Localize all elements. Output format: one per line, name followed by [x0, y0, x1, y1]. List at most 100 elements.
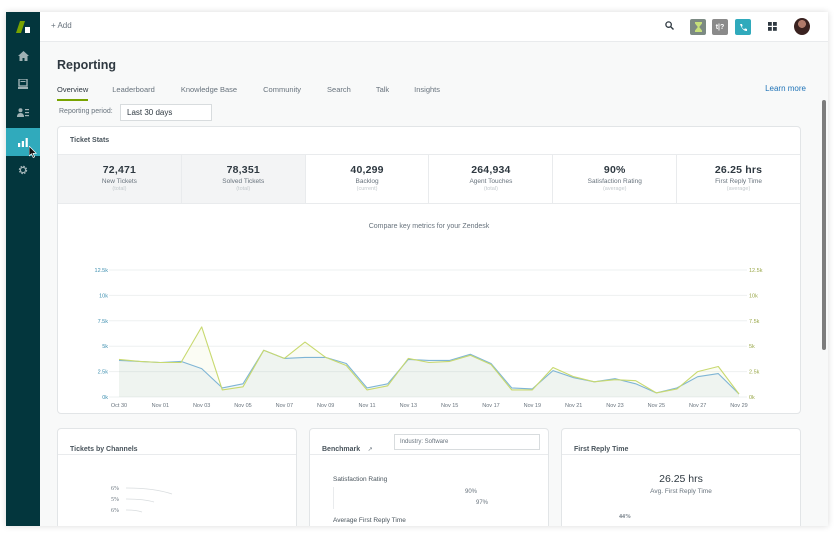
stat-new-tickets[interactable]: 72,471 New Tickets (total) [58, 155, 182, 203]
channel-leader-lines [125, 487, 173, 513]
page-title: Reporting [57, 58, 117, 72]
stat-value: 72,471 [102, 164, 137, 176]
benchmark-card: Benchmark ↗ Industry: Software Satisfact… [309, 428, 549, 526]
stat-satisfaction-rating[interactable]: 90% Satisfaction Rating (average) [553, 155, 678, 203]
y-tick-label-left: 2.5k [98, 370, 109, 376]
stat-label: Solved Tickets [222, 178, 265, 185]
page-scrollbar[interactable] [822, 100, 826, 350]
x-tick-label: Nov 09 [317, 403, 334, 409]
x-tick-label: Nov 25 [648, 403, 665, 409]
add-button[interactable]: + Add [51, 21, 72, 30]
y-tick-label-right: 7.5k [749, 319, 760, 325]
y-tick-label-left: 7.5k [98, 319, 109, 325]
talk-app-button[interactable] [735, 19, 751, 35]
tab-overview[interactable]: Overview [57, 85, 89, 101]
sidebar-item-customers[interactable] [6, 98, 40, 126]
benchmark-title: Benchmark [322, 446, 361, 453]
ticket-stats-card: Ticket Stats 72,471 New Tickets (total) … [57, 126, 801, 414]
stat-sub: (average) [726, 186, 751, 192]
timer-app-button[interactable] [690, 19, 706, 35]
first-reply-time-value: 26.25 hrs [659, 473, 703, 485]
y-tick-label-right: 0k [749, 395, 755, 401]
search-icon[interactable] [665, 21, 674, 30]
reporting-tabs: Overview Leaderboard Knowledge Base Comm… [57, 85, 440, 101]
inbox-icon [18, 79, 28, 89]
stat-solved-tickets[interactable]: 78,351 Solved Tickets (total) [181, 155, 306, 203]
tab-community[interactable]: Community [263, 85, 301, 101]
sidebar [6, 12, 40, 526]
x-tick-label: Nov 03 [193, 403, 210, 409]
phone-icon [739, 23, 747, 31]
app-glyph-icon: t|? [715, 23, 725, 31]
chart-title: Compare key metrics for your Zendesk [368, 223, 490, 230]
tab-search[interactable]: Search [327, 85, 351, 101]
y-tick-label-right: 2.5k [749, 370, 760, 376]
benchmark-value: 97% [476, 500, 489, 506]
stat-value: 40,299 [350, 164, 384, 176]
ticket-stats-title: Ticket Stats [70, 137, 110, 144]
first-reply-time-sub: Avg. First Reply Time [650, 488, 712, 495]
stat-backlog[interactable]: 40,299 Backlog (current) [306, 155, 430, 203]
benchmark-metric-label: Average First Reply Time [333, 517, 406, 524]
user-list-icon [17, 107, 29, 117]
stat-sub: (total) [236, 186, 251, 192]
y-tick-label-right: 5k [749, 344, 755, 350]
external-link-icon[interactable]: ↗ [368, 447, 373, 453]
stat-agent-touches[interactable]: 264,934 Agent Touches (total) [429, 155, 554, 203]
stat-sub: (total) [483, 186, 498, 192]
zendesk-logo-icon[interactable] [15, 20, 31, 34]
sidebar-item-admin[interactable] [6, 156, 40, 184]
x-tick-label: Nov 17 [482, 403, 499, 409]
tickets-by-channels-card: Tickets by Channels 6% 5% 6% [57, 428, 297, 526]
tab-talk[interactable]: Talk [376, 85, 389, 101]
x-tick-label: Nov 29 [730, 403, 747, 409]
stat-value: 78,351 [226, 164, 260, 176]
first-reply-pct: 44% [619, 514, 631, 520]
y-tick-label-left: 10k [99, 293, 108, 299]
stat-label: Agent Touches [469, 178, 513, 185]
stat-value: 26.25 hrs [714, 164, 763, 176]
home-icon [17, 51, 29, 61]
channel-pct-label: 5% [111, 497, 119, 503]
benchmark-axis [333, 487, 334, 509]
reporting-period-label: Reporting period: [59, 108, 113, 115]
x-tick-label: Nov 05 [234, 403, 251, 409]
y-tick-label-right: 12.5k [749, 268, 763, 274]
top-bar: + Add t|? [40, 12, 828, 42]
x-tick-label: Nov 11 [358, 403, 375, 409]
sidebar-item-home[interactable] [6, 42, 40, 70]
product-tray-icon[interactable] [768, 22, 777, 31]
x-tick-label: Nov 23 [606, 403, 623, 409]
x-tick-label: Oct 30 [111, 403, 127, 409]
tab-knowledge-base[interactable]: Knowledge Base [181, 85, 237, 101]
x-tick-label: Nov 07 [276, 403, 293, 409]
stat-sub: (current) [356, 186, 378, 192]
stat-first-reply-time[interactable]: 26.25 hrs First Reply Time (average) [677, 155, 800, 203]
stat-value: 90% [603, 164, 626, 176]
legacy-app-button[interactable]: t|? [712, 19, 728, 35]
stat-value: 264,934 [471, 164, 511, 176]
tickets-by-channels-title: Tickets by Channels [70, 446, 138, 453]
x-tick-label: Nov 15 [441, 403, 458, 409]
reporting-period-select[interactable]: Last 30 days [120, 104, 212, 121]
stat-label: Satisfaction Rating [587, 178, 642, 185]
benchmark-metric-label: Satisfaction Rating [333, 476, 388, 483]
stat-label: Backlog [355, 178, 379, 185]
x-tick-label: Nov 13 [400, 403, 417, 409]
bar-chart-icon [18, 137, 28, 147]
stat-sub: (average) [602, 186, 627, 192]
user-avatar[interactable] [794, 18, 810, 35]
sidebar-item-views[interactable] [6, 70, 40, 98]
x-tick-label: Nov 01 [152, 403, 169, 409]
learn-more-link[interactable]: Learn more [765, 84, 806, 93]
gear-icon [18, 165, 28, 175]
stat-label: New Tickets [101, 178, 137, 185]
stats-row: 72,471 New Tickets (total) 78,351 Solved… [58, 154, 800, 204]
tab-insights[interactable]: Insights [414, 85, 440, 101]
benchmark-value: 90% [465, 489, 478, 495]
channel-pct-label: 6% [111, 486, 119, 492]
tab-leaderboard[interactable]: Leaderboard [112, 85, 155, 101]
industry-select[interactable]: Industry: Software [394, 434, 540, 450]
stat-sub: (total) [112, 186, 127, 192]
hourglass-icon [694, 22, 702, 32]
